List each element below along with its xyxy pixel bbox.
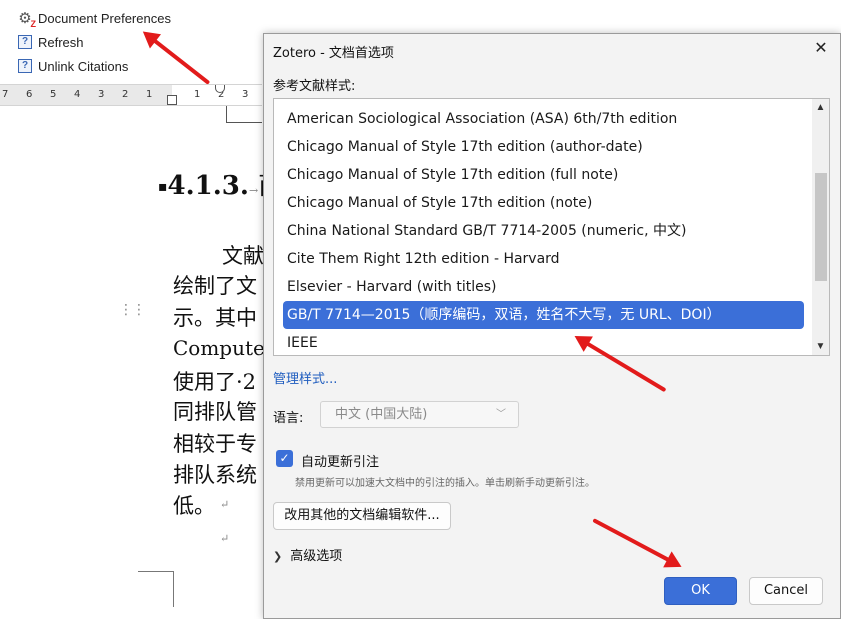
chevron-down-icon: ﹀ [496, 409, 506, 420]
doc-text-line: Computer [173, 336, 275, 360]
style-item[interactable]: Elsevier - Harvard (with titles) [283, 273, 804, 301]
help-icon: ? [18, 59, 32, 73]
doc-text-line: 文献 [222, 244, 264, 268]
doc-text-line: 绘制了文 [173, 274, 257, 298]
close-icon[interactable]: ✕ [812, 40, 830, 58]
refresh-menu-item[interactable]: ? Refresh [18, 31, 84, 53]
ruler-tick: 4 [74, 89, 81, 100]
language-label: 语言: [273, 411, 304, 426]
style-item-selected[interactable]: GB/T 7714—2015（顺序编码，双语，姓名不大写，无 URL、DOI） [283, 301, 804, 329]
page-margin-corner [173, 571, 174, 607]
auto-update-checkbox[interactable]: ✓ [276, 450, 293, 467]
style-item[interactable]: Chicago Manual of Style 17th edition (fu… [283, 161, 804, 189]
left-indent-marker[interactable] [167, 95, 177, 105]
unlink-label: Unlink Citations [38, 58, 129, 74]
scroll-up-icon[interactable]: ▲ [813, 100, 828, 115]
ruler-tick: 3 [98, 89, 105, 100]
refresh-label: Refresh [38, 34, 84, 50]
paragraph-mark: ↵ [220, 498, 230, 511]
chevron-right-icon: ❯ [273, 550, 283, 563]
ruler-tick: 2 [122, 89, 129, 100]
unlink-menu-item[interactable]: ? Unlink Citations [18, 55, 128, 77]
advanced-options-label: 高级选项 [290, 549, 343, 564]
ok-button[interactable]: OK [664, 577, 737, 605]
style-item[interactable]: Chicago Manual of Style 17th edition (no… [283, 189, 804, 217]
citation-style-label: 参考文献样式: [273, 79, 356, 94]
doc-text-line: 相较于专 [173, 432, 257, 456]
doc-text-line: 排队系统 [173, 463, 257, 487]
scroll-thumb[interactable] [815, 173, 827, 281]
annotation-arrow [144, 32, 211, 85]
dialog-title: Zotero - 文档首选项 [273, 46, 394, 61]
ruler-tick: 5 [50, 89, 57, 100]
citation-style-list[interactable]: American Sociological Association (ASA) … [273, 98, 830, 356]
ruler-tick: 1 [146, 89, 153, 100]
style-item[interactable]: Chicago Manual of Style 17th edition (au… [283, 133, 804, 161]
ruler-tick: 6 [26, 89, 33, 100]
style-item[interactable]: IEEE [283, 329, 804, 355]
drag-handle-icon[interactable]: ⋮⋮ [119, 302, 146, 316]
doc-text-line: 示。其中 [173, 306, 257, 330]
auto-update-hint: 禁用更新可以加速大文档中的引注的插入。单击刷新手动更新引注。 [295, 478, 595, 489]
page-margin-corner [226, 106, 262, 123]
page-margin-corner [138, 571, 174, 572]
switch-word-processor-button[interactable]: 改用其他的文档编辑软件... [273, 502, 451, 530]
help-icon: ? [18, 35, 32, 49]
manage-styles-link[interactable]: 管理样式... [273, 368, 337, 387]
style-item[interactable]: China National Standard GB/T 7714-2005 (… [283, 217, 804, 245]
doc-prefs-label: Document Preferences [38, 10, 171, 26]
language-select[interactable]: 中文 (中国大陆) ﹀ [320, 401, 519, 428]
ruler-tick: 7 [2, 89, 9, 100]
doc-text-line: 低。 [173, 494, 215, 518]
scroll-down-icon[interactable]: ▼ [813, 339, 828, 354]
doc-text-line: 同排队管 [173, 400, 257, 424]
style-item[interactable]: Cite Them Right 12th edition - Harvard [283, 245, 804, 273]
ruler[interactable]: 7 6 5 4 3 2 1 1 2 3 [0, 84, 262, 106]
list-scrollbar[interactable]: ▲ ▼ [812, 99, 829, 355]
auto-update-label[interactable]: 自动更新引注 [301, 451, 379, 470]
cancel-button[interactable]: Cancel [749, 577, 823, 605]
paragraph-mark: ↵ [220, 532, 230, 545]
document-preferences-dialog: Zotero - 文档首选项 ✕ 参考文献样式: American Sociol… [263, 33, 841, 619]
doc-text-line: 使用了·2 [173, 370, 257, 394]
language-value: 中文 (中国大陆) [335, 407, 428, 422]
ruler-tick: 1 [194, 89, 201, 100]
advanced-options-toggle[interactable]: ❯ 高级选项 [273, 545, 342, 564]
ruler-tick: 3 [242, 89, 249, 100]
gear-icon: ⚙ Z [18, 10, 36, 29]
style-item[interactable]: American Sociological Association (ASA) … [283, 105, 804, 133]
